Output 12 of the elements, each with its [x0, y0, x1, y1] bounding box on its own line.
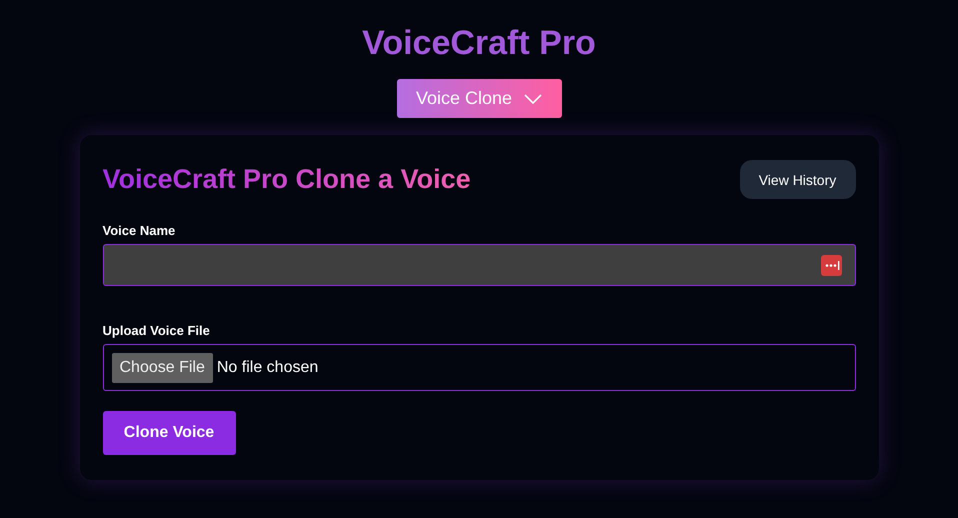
choose-file-button[interactable]: Choose File	[112, 352, 213, 382]
field-label: Upload Voice File	[102, 323, 211, 338]
file-status-text: No file chosen	[216, 358, 318, 376]
file-upload-field[interactable]: Choose File No file chosen	[102, 344, 856, 391]
view-history-button[interactable]: View History	[740, 160, 856, 199]
app-title: VoiceCraft Pro	[362, 23, 596, 64]
voice-name-field[interactable]	[102, 244, 856, 286]
chevron-down-icon	[524, 94, 542, 104]
mode-dropdown[interactable]: Voice Clone	[396, 79, 562, 118]
clone-voice-button[interactable]: Clone Voice	[102, 411, 236, 455]
field-label: Voice Name	[102, 223, 176, 238]
password-manager-icon[interactable]	[820, 254, 842, 276]
